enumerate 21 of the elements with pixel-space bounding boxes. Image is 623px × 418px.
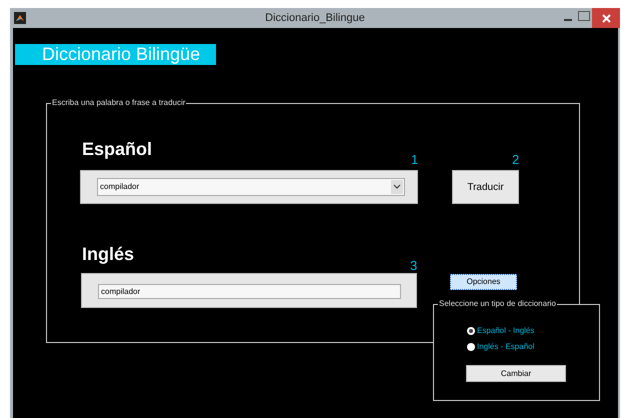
marker-number: 1	[411, 151, 418, 169]
word-dropdown[interactable]: compilador	[97, 178, 405, 196]
translation-field[interactable]: compilador	[98, 284, 401, 299]
app-icon	[14, 12, 26, 24]
source-language-label: Español	[82, 138, 152, 161]
dropdown-value: compilador	[99, 181, 140, 193]
app-header: Diccionario Bilingüe	[15, 44, 216, 65]
target-language-label: Inglés	[82, 243, 134, 266]
panel-title: Seleccione un tipo de diccionario	[438, 298, 557, 310]
options-button[interactable]: Opciones	[450, 274, 517, 290]
maximize-button[interactable]	[578, 11, 590, 21]
marker-number: 3	[410, 257, 418, 275]
radio-label: Inglés - Español	[477, 341, 534, 353]
marker-number: 2	[512, 151, 520, 169]
change-button[interactable]: Cambiar	[466, 365, 566, 382]
panel-title: Escriba una palabra o frase a traducir	[51, 97, 186, 109]
radio-label: Español - Inglés	[477, 325, 534, 337]
translate-button[interactable]: Traducir	[452, 170, 519, 204]
close-button[interactable]	[592, 8, 620, 28]
window-title: Diccionario_Bilingue	[264, 10, 366, 26]
close-icon	[602, 14, 610, 22]
